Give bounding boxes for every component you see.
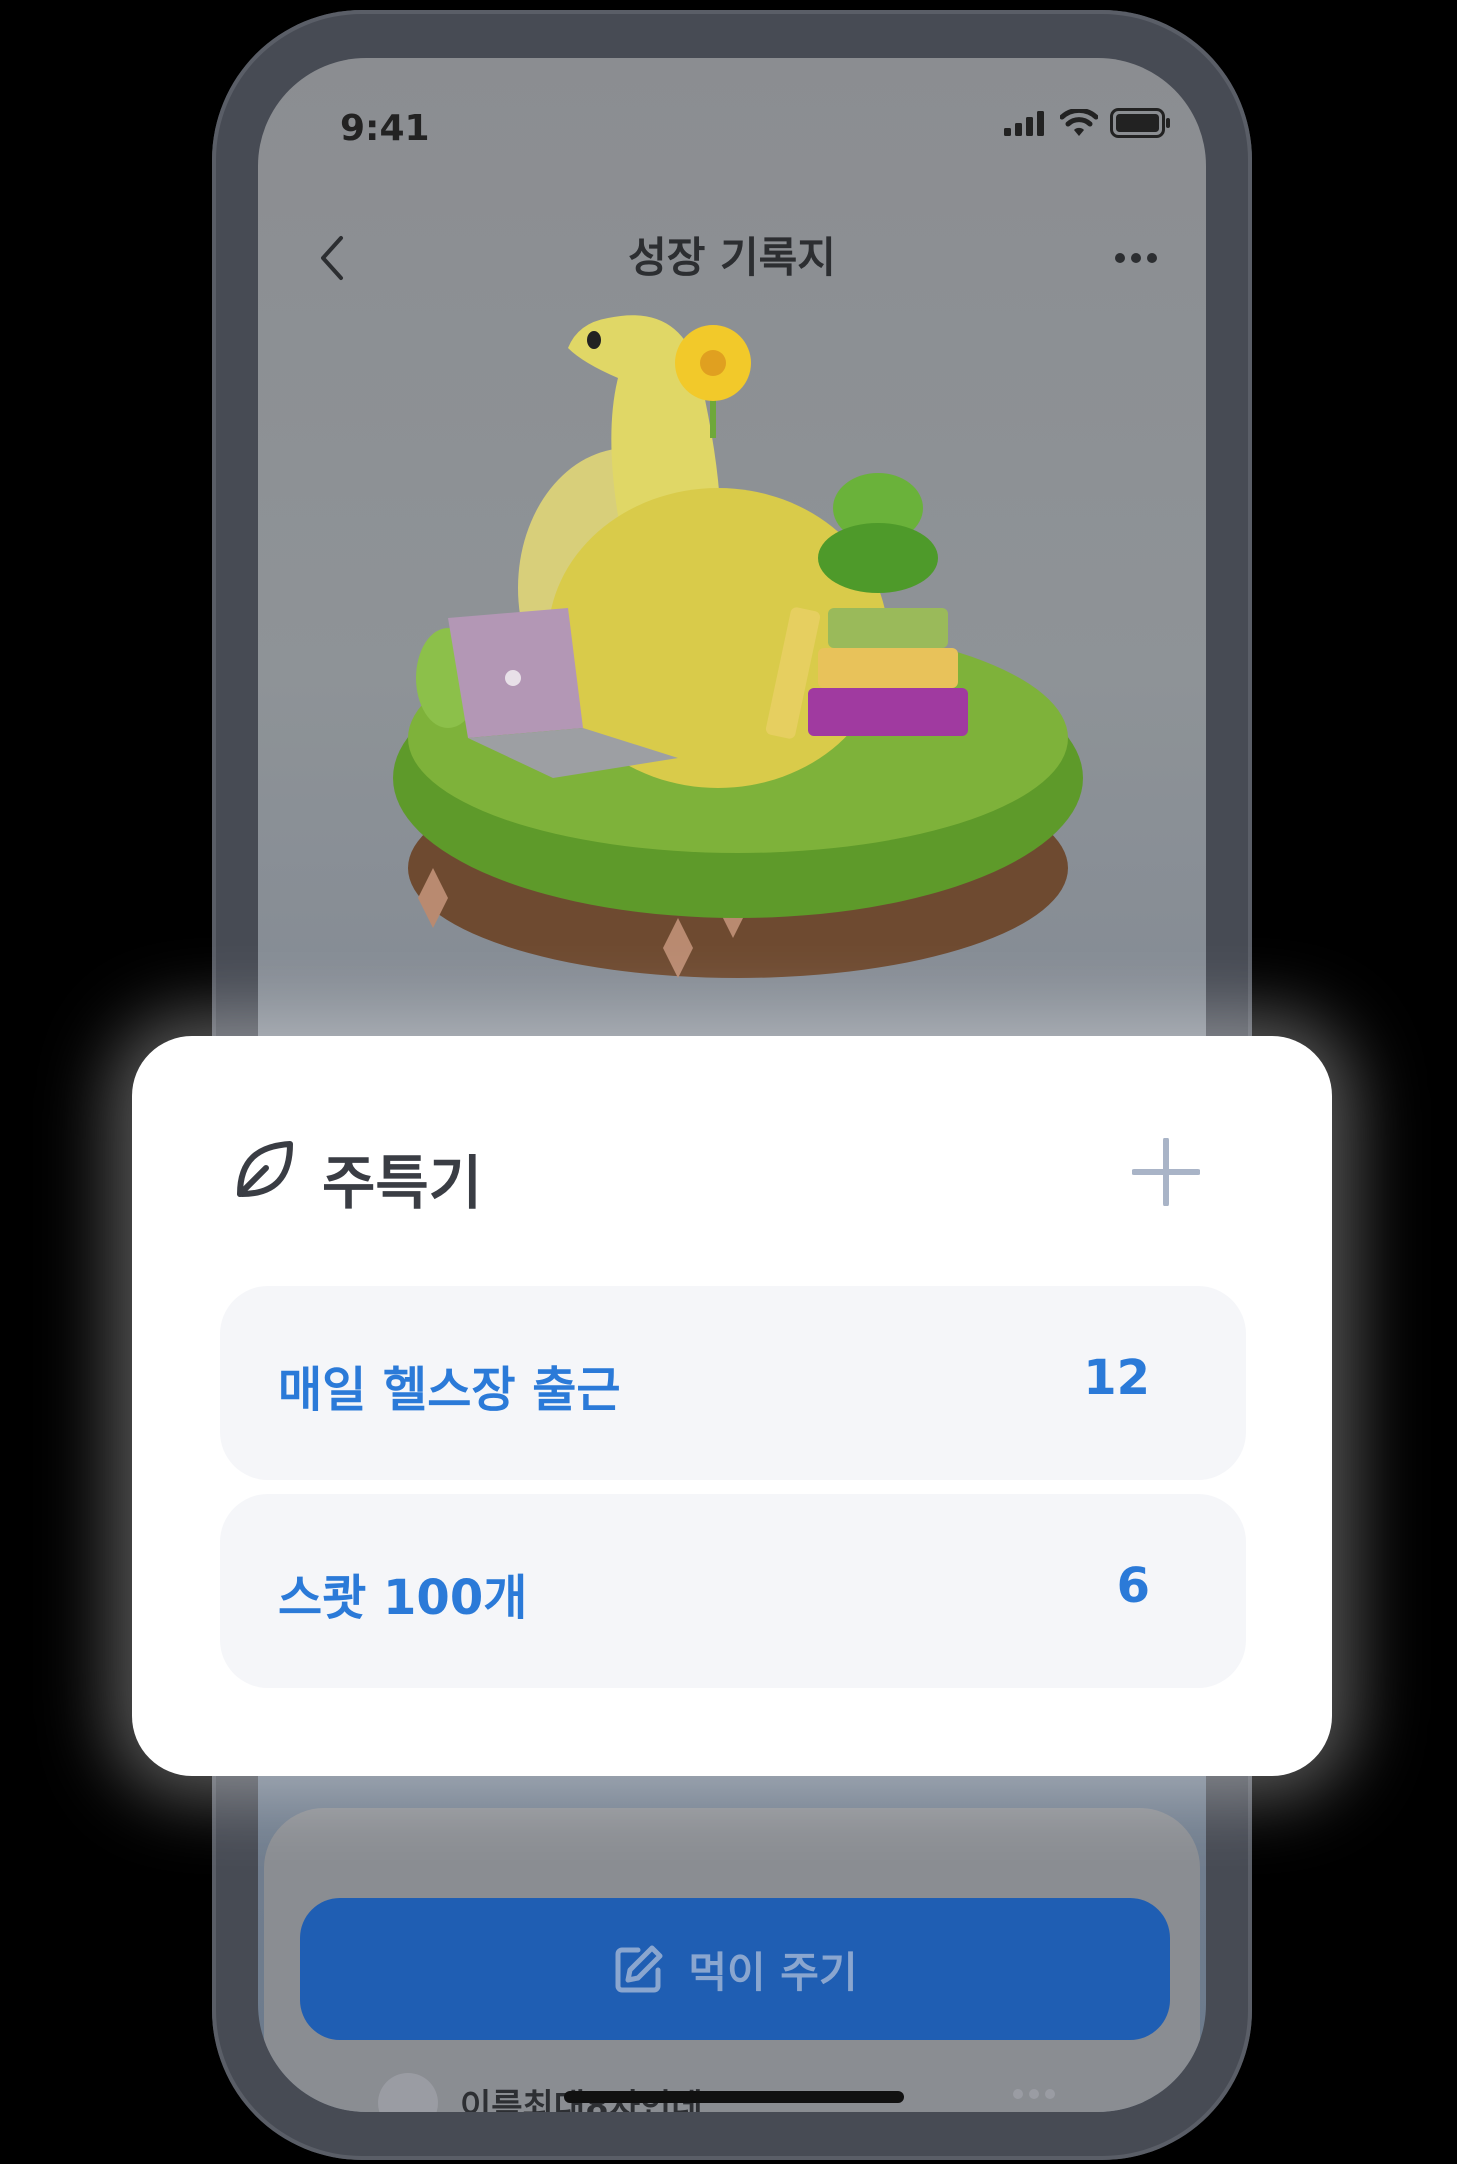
- signal-icon: [1004, 111, 1044, 136]
- home-indicator: [564, 2091, 904, 2103]
- feed-button-label: 먹이 주기: [688, 1947, 858, 1997]
- specialty-card: 주특기 매일 헬스장 출근 12 스쾃 100개 6: [132, 1036, 1332, 1776]
- leaf-icon: [237, 1141, 293, 1197]
- wifi-icon: [1060, 109, 1098, 136]
- plus-icon: [1132, 1138, 1200, 1206]
- habit-count: 6: [1116, 1558, 1150, 1614]
- more-button[interactable]: [1106, 238, 1166, 278]
- add-button[interactable]: [1128, 1134, 1204, 1210]
- habit-name: 스쾃 100개: [278, 1570, 528, 1626]
- more-icon: [1115, 253, 1157, 263]
- habit-count: 12: [1083, 1350, 1150, 1406]
- list-item[interactable]: 스쾃 100개 6: [220, 1494, 1246, 1688]
- battery-icon: [1110, 108, 1170, 138]
- status-time: 9:41: [340, 108, 430, 149]
- dinosaur-island-illustration: [393, 315, 1083, 978]
- list-item[interactable]: 매일 헬스장 출근 12: [220, 1286, 1246, 1480]
- habit-name: 매일 헬스장 출근: [278, 1362, 621, 1418]
- avatar: [378, 2073, 438, 2112]
- card-title: 주특기: [322, 1149, 483, 1217]
- status-icons: [1004, 108, 1172, 138]
- feed-button[interactable]: 먹이 주기: [300, 1898, 1170, 2040]
- edit-icon: [615, 1945, 663, 1993]
- page-title: 성장 기록지: [628, 233, 836, 282]
- user-more-icon[interactable]: [1012, 2088, 1056, 2100]
